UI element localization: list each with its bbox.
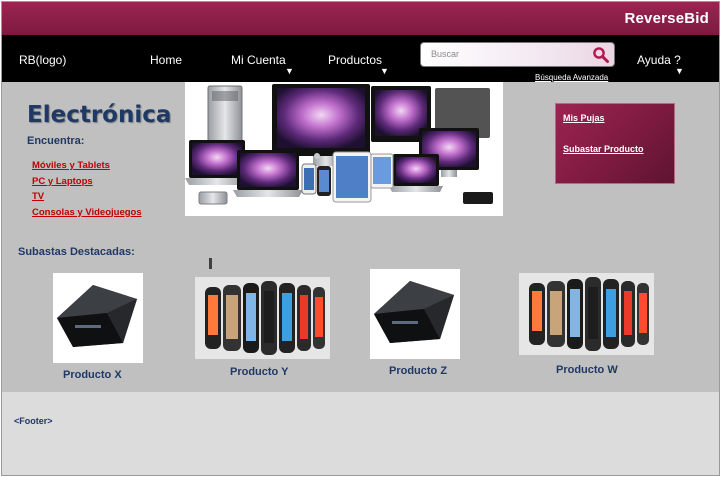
chevron-down-icon[interactable]: ▼ (675, 66, 684, 76)
user-actions-panel: Mis Pujas Subastar Producto (555, 103, 675, 184)
category-link-pc[interactable]: PC y Laptops (32, 174, 142, 190)
category-link-mobiles[interactable]: Móviles y Tablets (32, 158, 142, 174)
footer: <Footer> (2, 392, 719, 475)
category-links: Móviles y Tablets PC y Laptops TV Consol… (32, 158, 142, 220)
brand-bar: ReverseBid (2, 2, 719, 35)
auction-product-link[interactable]: Subastar Producto (563, 144, 644, 154)
category-title: Electrónica (27, 102, 172, 128)
product-name[interactable]: Producto Y (230, 366, 288, 378)
chevron-down-icon[interactable]: ▼ (285, 66, 294, 76)
search-box (420, 42, 615, 67)
category-link-tv[interactable]: TV (32, 189, 142, 205)
cursor-marker (209, 258, 212, 269)
search-icon[interactable] (592, 46, 610, 64)
find-label: Encuentra: (27, 135, 85, 147)
logo[interactable]: RB(logo) (19, 53, 66, 67)
chevron-down-icon[interactable]: ▼ (380, 66, 389, 76)
smart-bracelets-image[interactable] (195, 277, 330, 359)
game-console-image[interactable] (370, 269, 460, 359)
brand-name[interactable]: ReverseBid (624, 10, 709, 27)
advanced-search-link[interactable]: Búsqueda Avanzada (535, 73, 608, 82)
game-console-image[interactable] (53, 273, 143, 363)
smart-bracelets-image[interactable] (519, 273, 654, 355)
nav-home[interactable]: Home (150, 53, 182, 67)
my-bids-link[interactable]: Mis Pujas (563, 113, 605, 123)
nav-ayuda[interactable]: Ayuda ? (637, 53, 681, 67)
product-name[interactable]: Producto Z (389, 365, 447, 377)
category-link-consoles[interactable]: Consolas y Videojuegos (32, 205, 142, 221)
search-input[interactable] (431, 49, 581, 59)
featured-auctions-title: Subastas Destacadas: (18, 246, 135, 258)
page: ReverseBid RB(logo) Home Mi Cuenta ▼ Pro… (1, 1, 720, 476)
electronics-banner-image[interactable] (185, 82, 503, 216)
footer-label: <Footer> (14, 416, 53, 426)
main-nav: RB(logo) Home Mi Cuenta ▼ Productos ▼ Bú… (2, 35, 719, 82)
nav-mi-cuenta[interactable]: Mi Cuenta (231, 53, 286, 67)
product-name[interactable]: Producto W (556, 364, 618, 376)
product-name[interactable]: Producto X (63, 369, 122, 381)
nav-productos[interactable]: Productos (328, 53, 382, 67)
